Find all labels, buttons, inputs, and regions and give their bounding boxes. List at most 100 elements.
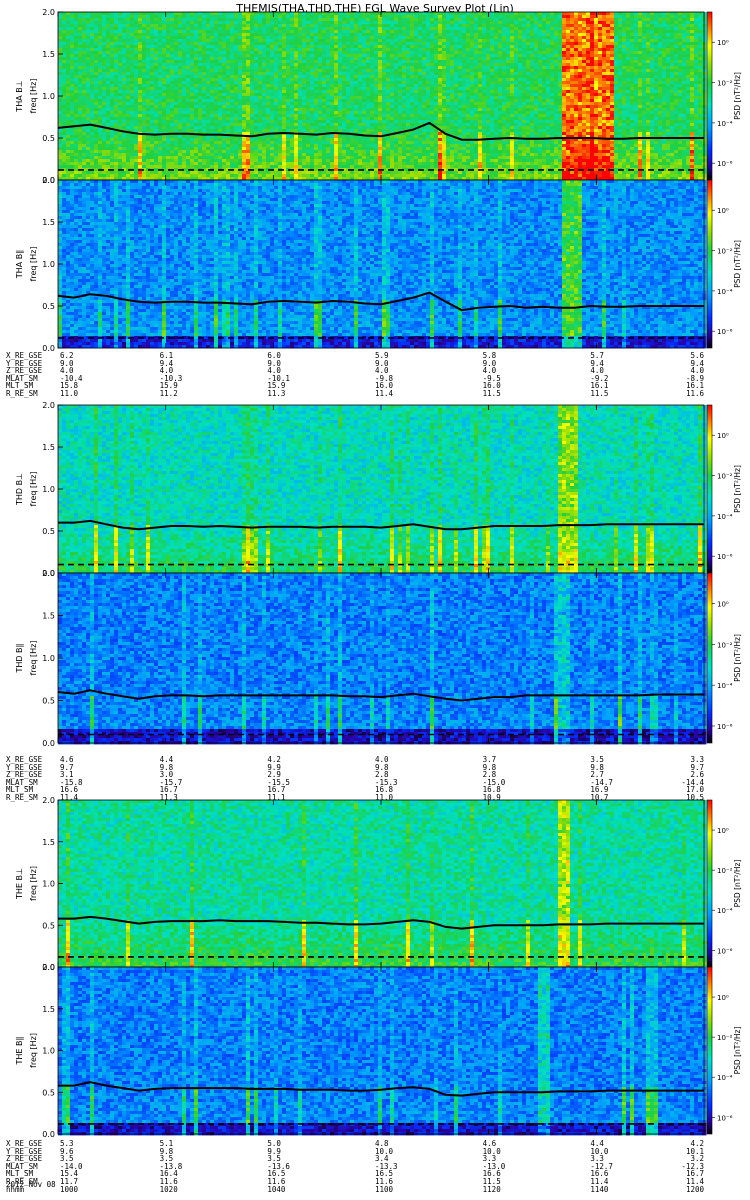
colorbar-tick-label: 10⁰ bbox=[717, 994, 729, 1002]
colorbar-tick-label: 10⁻⁶ bbox=[717, 947, 733, 955]
tha-panel-bpar: 0.00.51.01.52.0THA B∥ freq [Hz]10⁰10⁻²10⁻… bbox=[15, 176, 742, 353]
y-tick-label: 1.0 bbox=[42, 1047, 55, 1056]
ephemeris-value: 1100 bbox=[375, 1186, 393, 1194]
y-tick-label: 0.0 bbox=[42, 739, 55, 748]
footer: 2012 Nov 08 bbox=[6, 1181, 56, 1189]
wave-survey-plots: 0.0 0.5 1.0 1.5 2.0 THA B⊥ freq [Hz] 10⁰ 10⁻² 10⁻… bbox=[0, 0, 750, 1200]
colorbar bbox=[707, 800, 712, 967]
ephemeris-value: 11.0 bbox=[375, 794, 393, 802]
colorbar-label: PSD [nT²/Hz] bbox=[733, 240, 742, 288]
y-axis-label: THD B∥ bbox=[15, 643, 24, 673]
ephemeris-value: 10.5 bbox=[686, 794, 704, 802]
colorbar-label: PSD [nT²/Hz] bbox=[733, 465, 742, 513]
the-spectrogram-1 bbox=[58, 967, 706, 1135]
y-tick-label: 2.0 bbox=[42, 8, 55, 17]
y-axis-unit-label: freq [Hz] bbox=[29, 641, 38, 676]
y-axis-label: THA B⊥ bbox=[15, 80, 24, 112]
y-tick-label: 1.0 bbox=[42, 260, 55, 269]
tha-spectrogram-0 bbox=[58, 12, 706, 180]
thd-spectrogram-1 bbox=[58, 573, 706, 744]
colorbar bbox=[707, 12, 712, 180]
ephemeris-value: 1000 bbox=[60, 1186, 78, 1194]
y-tick-label: 2.0 bbox=[42, 569, 55, 578]
colorbar-tick-label: 10⁻⁶ bbox=[717, 328, 733, 336]
ephemeris-value: 1020 bbox=[160, 1186, 178, 1194]
colorbar-tick-label: 10⁰ bbox=[717, 39, 729, 47]
colorbar-tick-label: 10⁻⁶ bbox=[717, 553, 733, 561]
y-tick-label: 0.0 bbox=[42, 1130, 55, 1139]
ephemeris-value: 11.6 bbox=[686, 390, 704, 398]
y-axis-unit-label: freq [Hz] bbox=[29, 247, 38, 282]
colorbar-label: PSD [nT²/Hz] bbox=[733, 860, 742, 908]
colorbar-tick-label: 10⁻⁴ bbox=[717, 288, 733, 296]
ephemeris-value: 1120 bbox=[483, 1186, 501, 1194]
colorbar-label: PSD [nT²/Hz] bbox=[733, 72, 742, 120]
ephemeris-value: 11.4 bbox=[60, 794, 78, 802]
y-tick-label: 1.5 bbox=[42, 612, 55, 621]
colorbar-tick-label: 10⁻⁴ bbox=[717, 1074, 733, 1082]
y-tick-label: 1.5 bbox=[42, 1005, 55, 1014]
the-panel-bperp: 0.00.51.01.52.0THE B⊥ freq [Hz]10⁰10⁻²10⁻… bbox=[15, 796, 742, 972]
thd-spectrogram-0 bbox=[58, 405, 706, 573]
colorbar-tick-label: 10⁻⁴ bbox=[717, 513, 733, 521]
colorbar-tick-label: 10⁰ bbox=[717, 207, 729, 215]
y-tick-label: 2.0 bbox=[42, 176, 55, 185]
ephemeris-value: 11.4 bbox=[375, 390, 393, 398]
the-spectrogram-0 bbox=[58, 800, 706, 968]
y-tick-label: 1.5 bbox=[42, 838, 55, 847]
tha-ephemeris: X_RE_GSE Y_RE_GSE Z_RE_GSE MLAT_SM MLT_SM R_R… bbox=[0, 352, 750, 398]
y-axis-unit-label: freq [Hz] bbox=[29, 1033, 38, 1068]
colorbar bbox=[707, 405, 712, 573]
colorbar-label: PSD [nT²/Hz] bbox=[733, 634, 742, 682]
thd-panel-bpar: 0.00.51.01.52.0THD B∥ freq [Hz]10⁰10⁻²10⁻… bbox=[15, 569, 742, 748]
y-tick-label: 0.5 bbox=[42, 697, 55, 706]
ephemeris-row-label: R_RE_SM bbox=[6, 390, 38, 398]
y-axis-label: THE B⊥ bbox=[15, 868, 24, 900]
the-ephemeris: X_RE_GSE Y_RE_GSE Z_RE_GSE MLAT_SM MLT_SM R_R… bbox=[0, 1140, 750, 1193]
colorbar-tick-label: 10⁰ bbox=[717, 601, 729, 609]
colorbar-tick-label: 10⁻⁴ bbox=[717, 907, 733, 915]
colorbar-tick-label: 10⁻⁴ bbox=[717, 682, 733, 690]
colorbar-tick-label: 10⁻⁶ bbox=[717, 160, 733, 168]
colorbar-tick-label: 10⁰ bbox=[717, 827, 729, 835]
ephemeris-value: 11.5 bbox=[590, 390, 608, 398]
colorbar-tick-label: 10⁻⁴ bbox=[717, 120, 733, 128]
y-axis-label: THA B∥ bbox=[15, 250, 24, 279]
colorbar bbox=[707, 180, 712, 348]
y-tick-label: 0.5 bbox=[42, 527, 55, 536]
colorbar-tick-label: 10⁰ bbox=[717, 432, 729, 440]
y-axis-unit-label: freq [Hz] bbox=[29, 472, 38, 507]
y-axis-unit-label: freq [Hz] bbox=[29, 866, 38, 901]
ephemeris-row-label: R_RE_SM bbox=[6, 794, 38, 802]
thd-panel-bperp: 0.00.51.01.52.0THD B⊥ freq [Hz]10⁰10⁻²10⁻… bbox=[15, 401, 742, 578]
thd-ephemeris: X_RE_GSE Y_RE_GSE Z_RE_GSE MLAT_SM MLT_SM R_R… bbox=[0, 756, 750, 802]
ephemeris-value: 1040 bbox=[267, 1186, 285, 1194]
footer-date: 2012 Nov 08 bbox=[6, 1181, 56, 1189]
colorbar-tick-label: 10⁻² bbox=[717, 1034, 733, 1042]
colorbar-label: PSD [nT²/Hz] bbox=[733, 1027, 742, 1075]
y-tick-label: 1.0 bbox=[42, 485, 55, 494]
colorbar-tick-label: 10⁻² bbox=[717, 473, 733, 481]
the-panel-bpar: 0.00.51.01.52.0THE B∥ freq [Hz]10⁰10⁻²10⁻… bbox=[15, 963, 742, 1139]
y-tick-label: 2.0 bbox=[42, 401, 55, 410]
ephemeris-value: 1140 bbox=[590, 1186, 608, 1194]
y-tick-label: 0.5 bbox=[42, 921, 55, 930]
ephemeris-value: 11.1 bbox=[267, 794, 285, 802]
ephemeris-value: 11.0 bbox=[60, 390, 78, 398]
colorbar-tick-label: 10⁻⁶ bbox=[717, 1114, 733, 1122]
tha-panel-bperp: 0.00.51.01.52.0THA B⊥ freq [Hz]10⁰10⁻²10⁻… bbox=[15, 8, 742, 185]
colorbar bbox=[707, 573, 712, 743]
colorbar bbox=[707, 967, 712, 1134]
ephemeris-value: 11.3 bbox=[267, 390, 285, 398]
ephemeris-value: 11.2 bbox=[160, 390, 178, 398]
y-tick-label: 0.5 bbox=[42, 134, 55, 143]
y-axis-label: THE B∥ bbox=[15, 1037, 24, 1066]
ephemeris-value: 1200 bbox=[686, 1186, 704, 1194]
y-tick-label: 2.0 bbox=[42, 963, 55, 972]
colorbar-tick-label: 10⁻² bbox=[717, 248, 733, 256]
colorbar-tick-label: 10⁻⁶ bbox=[717, 723, 733, 731]
ephemeris-value: 10.9 bbox=[483, 794, 501, 802]
y-tick-label: 1.0 bbox=[42, 654, 55, 663]
ephemeris-value: 11.3 bbox=[160, 794, 178, 802]
y-tick-label: 1.0 bbox=[42, 880, 55, 889]
